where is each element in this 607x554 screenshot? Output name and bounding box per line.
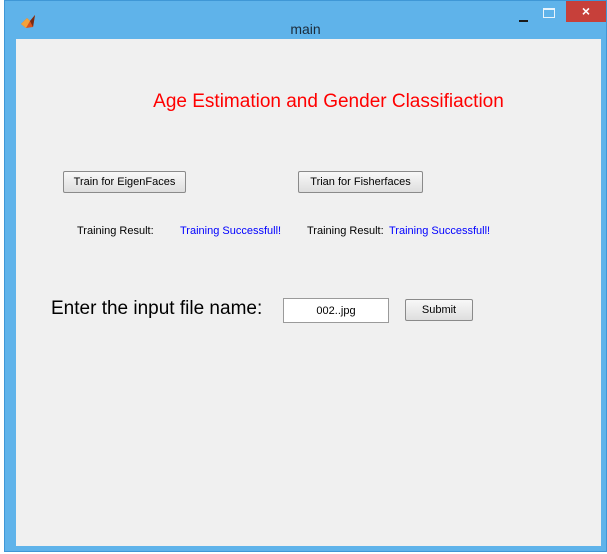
title-bar[interactable]: main × <box>5 1 606 39</box>
submit-button[interactable]: Submit <box>405 299 473 321</box>
figure-panel: Age Estimation and Gender Classifiaction… <box>16 39 601 546</box>
train-eigenfaces-button[interactable]: Train for EigenFaces <box>63 171 186 193</box>
main-window: main × Age Estimation and Gender Classif… <box>4 0 607 552</box>
minimize-icon[interactable] <box>517 10 531 24</box>
close-icon[interactable]: × <box>566 1 606 22</box>
eigen-result-value: Training Successfull! <box>180 225 282 237</box>
eigen-result-label: Training Result: <box>77 225 154 237</box>
train-fisherfaces-button[interactable]: Trian for Fisherfaces <box>298 171 423 193</box>
window-title: main <box>290 21 321 37</box>
input-file-field[interactable] <box>283 298 389 323</box>
maximize-icon[interactable] <box>543 8 555 18</box>
fisher-result-value: Training Successfull! <box>389 225 491 237</box>
fisher-result-label: Training Result: <box>307 225 384 237</box>
page-title: Age Estimation and Gender Classifiaction <box>153 91 504 112</box>
input-file-label: Enter the input file name: <box>51 298 263 319</box>
